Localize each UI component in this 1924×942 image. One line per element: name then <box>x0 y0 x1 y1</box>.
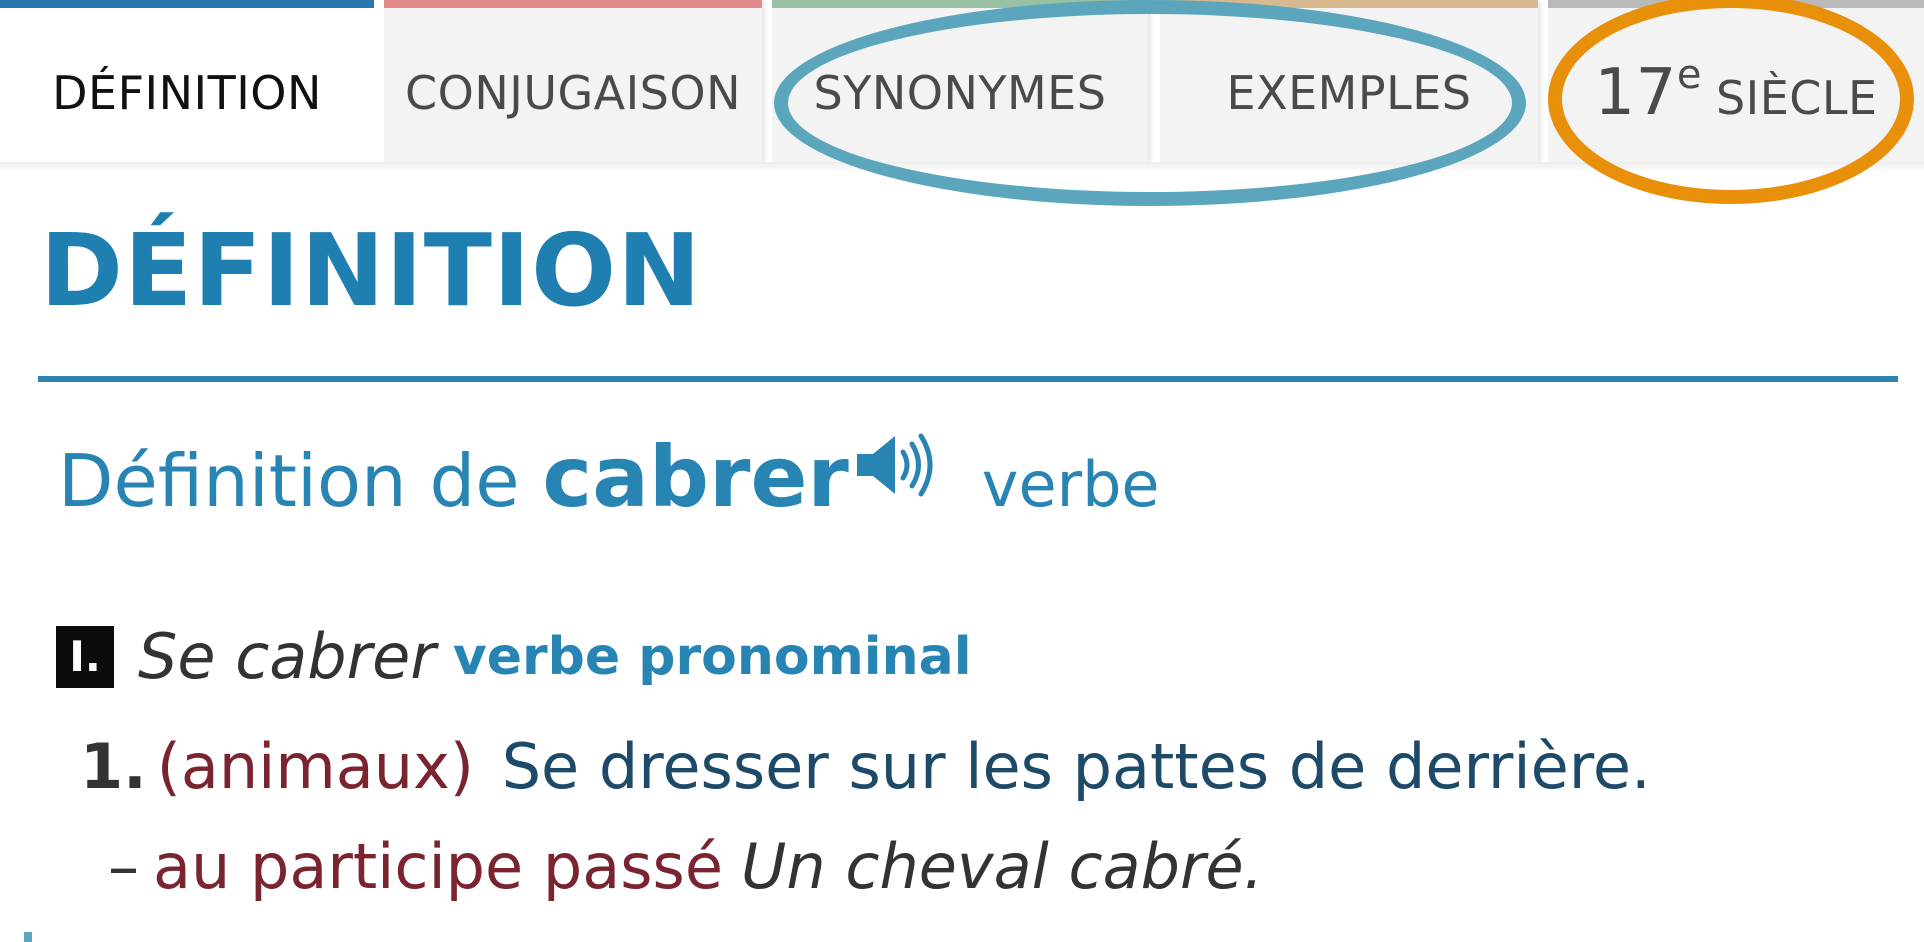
edge-mark <box>24 932 32 942</box>
tab-stripe <box>772 0 1148 8</box>
usage-example: Un cheval cabré. <box>741 830 1264 903</box>
pronominal-form: Se cabrer <box>138 620 436 693</box>
tab-stripe <box>384 0 762 8</box>
tab-conjugaison[interactable]: CONJUGAISON <box>384 0 762 162</box>
section-divider <box>38 376 1898 382</box>
sense-subitem: – au participe passé Un cheval cabré. <box>108 830 1263 903</box>
century-superscript: e <box>1676 52 1702 98</box>
speaker-icon[interactable] <box>853 431 939 515</box>
sub-dash: – <box>108 830 139 903</box>
tab-synonymes[interactable]: SYNONYMES <box>772 0 1148 162</box>
tab-stripe <box>1160 0 1538 8</box>
sense-item: 1. (animaux) Se dresser sur les pattes de… <box>80 730 1651 803</box>
definition-heading: Définition de cabrer verbe <box>58 428 1160 526</box>
tab-stripe <box>0 0 374 8</box>
sense-group-header: I. Se cabrer verbe pronominal <box>56 620 972 693</box>
tab-stripe <box>1548 0 1924 8</box>
sense-number: 1. <box>80 730 147 803</box>
heading-prefix: Définition de <box>58 439 520 523</box>
tab-definition[interactable]: DÉFINITION <box>0 0 374 162</box>
tab-label: DÉFINITION <box>52 66 322 120</box>
tab-label: EXEMPLES <box>1226 66 1472 120</box>
roman-numeral-badge: I. <box>56 625 114 688</box>
part-of-speech: verbe <box>981 448 1160 521</box>
headword: cabrer <box>542 428 849 526</box>
tab-label: 17e SIÈCLE <box>1594 52 1878 130</box>
pronominal-type: verbe pronominal <box>452 626 972 687</box>
sense-definition: Se dresser sur les pattes de derrière. <box>501 730 1651 803</box>
usage-note: au participe passé <box>153 830 723 903</box>
century-number: 17 <box>1594 56 1677 130</box>
tab-bar-shadow <box>0 162 1924 172</box>
century-word: SIÈCLE <box>1715 71 1878 125</box>
tab-label: SYNONYMES <box>813 66 1107 120</box>
section-title: DÉFINITION <box>40 212 702 329</box>
tab-bar: DÉFINITION CONJUGAISON SYNONYMES EXEMPLE… <box>0 0 1924 162</box>
tab-17e-siecle[interactable]: 17e SIÈCLE <box>1548 0 1924 162</box>
tab-exemples[interactable]: EXEMPLES <box>1160 0 1538 162</box>
tab-label: CONJUGAISON <box>405 66 741 120</box>
sense-domain: (animaux) <box>156 730 474 803</box>
